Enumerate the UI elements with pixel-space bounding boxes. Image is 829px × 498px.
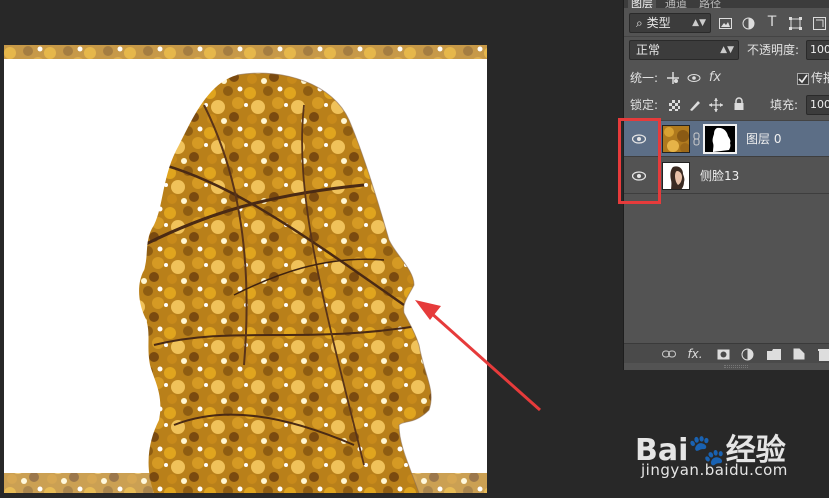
baidu-jingyan-watermark: Bai🐾经验 jingyan.baidu.com xyxy=(635,405,829,498)
watermark-url: jingyan.baidu.com xyxy=(641,461,788,479)
